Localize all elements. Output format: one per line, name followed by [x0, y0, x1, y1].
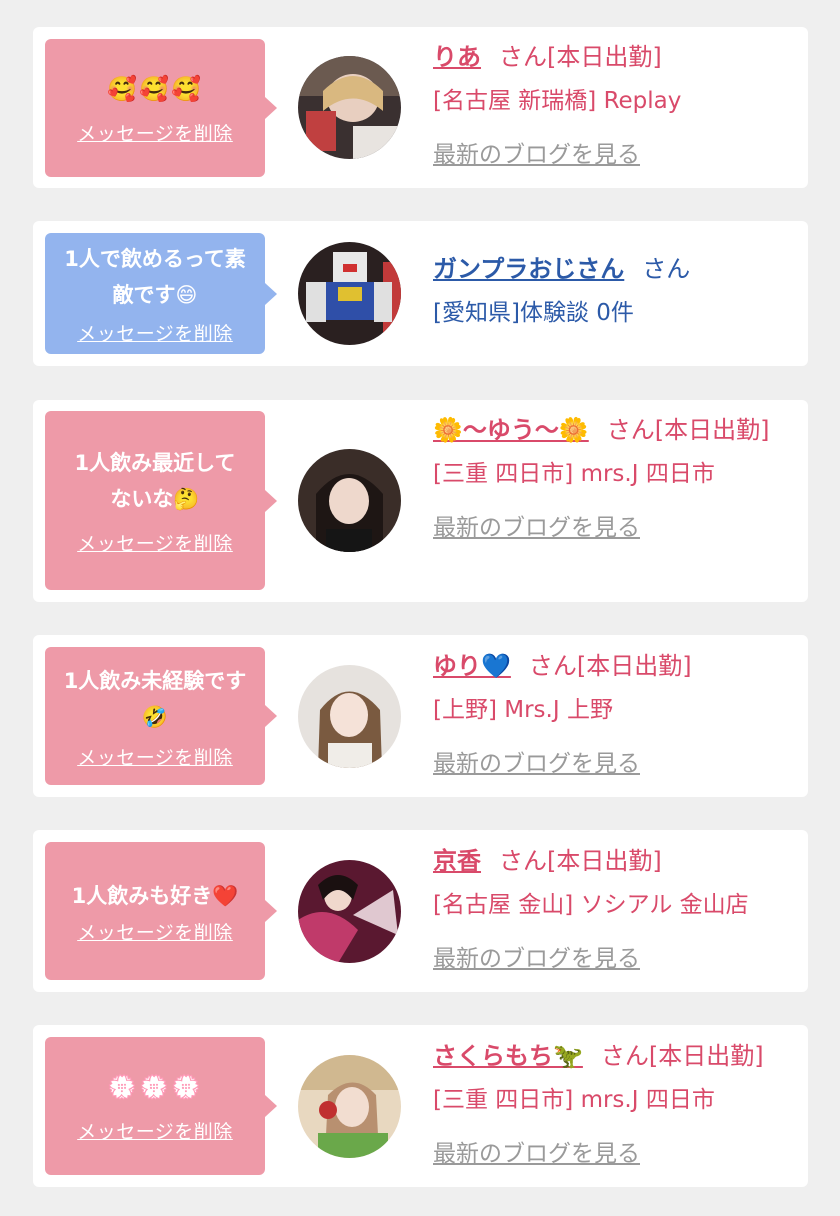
shop-info: [三重 四日市] mrs.J 四日市 [433, 1087, 715, 1113]
user-info: りあ さん[本日出勤] [名古屋 新瑞橋] Replay 最新のブログを見る [433, 35, 795, 177]
list-item: 1人で飲めるって素敵です😄 メッセージを削除 ガンプラおじさん さん [愛知県]体… [33, 221, 808, 366]
message-bubble: 1人飲み最近してないな🤔 メッセージを削除 [45, 411, 277, 590]
message-text: 1人飲み最近してないな🤔 [74, 451, 236, 511]
user-name-link[interactable]: ガンプラおじさん [433, 255, 624, 283]
avatar[interactable] [298, 665, 401, 768]
latest-blog-link[interactable]: 最新のブログを見る [433, 506, 640, 550]
user-info: 京香 さん[本日出勤] [名古屋 金山] ソシアル 金山店 最新のブログを見る [433, 839, 795, 981]
list-item: 1人飲み最近してないな🤔 メッセージを削除 🌼〜ゆう〜🌼 さん[本日出勤] [三重… [33, 400, 808, 602]
avatar[interactable] [298, 56, 401, 159]
user-status: さん[本日出勤] [499, 43, 662, 71]
user-name-link[interactable]: 🌼〜ゆう〜🌼 [433, 416, 589, 444]
message-list: 🥰🥰🥰 メッセージを削除 りあ さん[本日出勤] [名古屋 新瑞橋] Replay… [0, 0, 840, 1216]
delete-message-link[interactable]: メッセージを削除 [77, 119, 233, 146]
message-text: 💮💮💮 [107, 1072, 203, 1101]
list-item: 💮💮💮 メッセージを削除 さくらもち🦖 さん[本日出勤] [三重 四日市] mrs… [33, 1025, 808, 1187]
user-info: ゆり💙 さん[本日出勤] [上野] Mrs.J 上野 最新のブログを見る [433, 644, 795, 786]
avatar[interactable] [298, 449, 401, 552]
latest-blog-link[interactable]: 最新のブログを見る [433, 1132, 640, 1176]
user-name-link[interactable]: さくらもち🦖 [433, 1042, 583, 1070]
user-info: ガンプラおじさん さん [愛知県]体験談 0件 [433, 247, 795, 335]
shop-info: [名古屋 新瑞橋] Replay [433, 88, 682, 114]
delete-message-link[interactable]: メッセージを削除 [77, 319, 233, 346]
message-bubble: 1人飲みも好き❤️ メッセージを削除 [45, 842, 277, 980]
message-bubble: 🥰🥰🥰 メッセージを削除 [45, 39, 277, 177]
user-status: さん[本日出勤] [600, 1042, 764, 1070]
user-name-link[interactable]: りあ [433, 43, 481, 71]
list-item: 1人飲み未経験です🤣 メッセージを削除 ゆり💙 さん[本日出勤] [上野] Mrs… [33, 635, 808, 797]
avatar[interactable] [298, 1055, 401, 1158]
user-info: さくらもち🦖 さん[本日出勤] [三重 四日市] mrs.J 四日市 最新のブログ… [433, 1034, 795, 1176]
delete-message-link[interactable]: メッセージを削除 [77, 918, 233, 945]
message-bubble: 1人で飲めるって素敵です😄 メッセージを削除 [45, 233, 277, 354]
user-name-link[interactable]: 京香 [433, 847, 481, 875]
list-item: 🥰🥰🥰 メッセージを削除 りあ さん[本日出勤] [名古屋 新瑞橋] Replay… [33, 27, 808, 188]
message-text: 🥰🥰🥰 [107, 74, 203, 103]
latest-blog-link[interactable]: 最新のブログを見る [433, 133, 640, 177]
user-status: さん[本日出勤] [528, 652, 692, 680]
user-status: さん[本日出勤] [499, 847, 662, 875]
message-text: 1人で飲めるって素敵です😄 [64, 247, 246, 307]
shop-info: [名古屋 金山] ソシアル 金山店 [433, 892, 749, 918]
delete-message-link[interactable]: メッセージを削除 [77, 743, 233, 770]
message-bubble: 💮💮💮 メッセージを削除 [45, 1037, 277, 1175]
shop-info: [愛知県]体験談 0件 [433, 300, 634, 326]
list-item: 1人飲みも好き❤️ メッセージを削除 京香 さん[本日出勤] [名古屋 金山] ソ… [33, 830, 808, 992]
message-text: 1人飲みも好き❤️ [71, 883, 239, 908]
avatar[interactable] [298, 242, 401, 345]
shop-info: [上野] Mrs.J 上野 [433, 697, 613, 723]
delete-message-link[interactable]: メッセージを削除 [77, 529, 233, 556]
latest-blog-link[interactable]: 最新のブログを見る [433, 742, 640, 786]
shop-info: [三重 四日市] mrs.J 四日市 [433, 461, 715, 487]
user-name-link[interactable]: ゆり💙 [433, 652, 511, 680]
message-bubble: 1人飲み未経験です🤣 メッセージを削除 [45, 647, 277, 785]
latest-blog-link[interactable]: 最新のブログを見る [433, 937, 640, 981]
delete-message-link[interactable]: メッセージを削除 [77, 1117, 233, 1144]
user-info: 🌼〜ゆう〜🌼 さん[本日出勤] [三重 四日市] mrs.J 四日市 最新のブログ… [433, 408, 795, 550]
user-status: さん [642, 255, 691, 283]
avatar[interactable] [298, 860, 401, 963]
user-status: さん[本日出勤] [606, 416, 770, 444]
message-text: 1人飲み未経験です🤣 [63, 668, 247, 729]
